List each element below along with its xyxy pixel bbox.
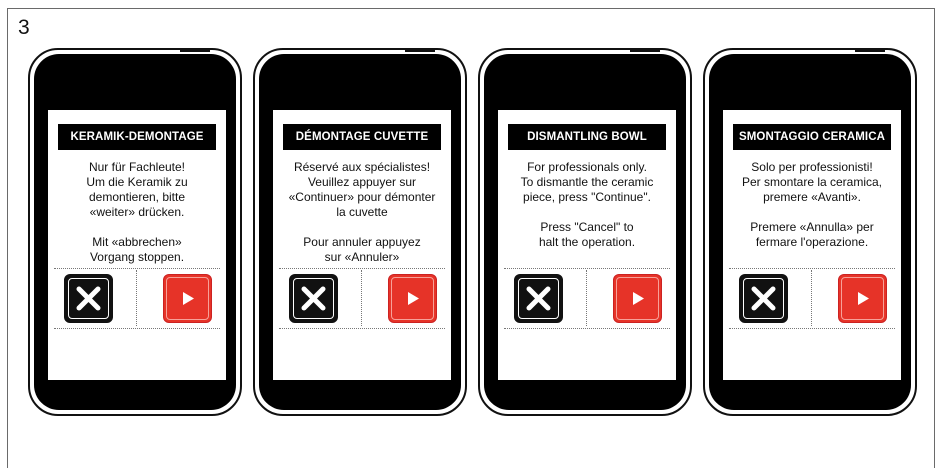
phone-mockup: DÉMONTAGE CUVETTE Réservé aux spécialist…	[253, 48, 467, 416]
button-divider	[361, 270, 362, 326]
cancel-button[interactable]	[64, 274, 113, 323]
dialog-title: SMONTAGGIO CERAMICA	[733, 124, 891, 150]
close-x-icon	[751, 286, 776, 311]
divider-bottom	[279, 328, 445, 329]
divider-bottom	[729, 328, 895, 329]
phone-body: DÉMONTAGE CUVETTE Réservé aux spécialist…	[259, 54, 461, 410]
button-divider	[586, 270, 587, 326]
button-divider	[811, 270, 812, 326]
play-triangle-icon	[408, 292, 419, 305]
divider-bottom	[504, 328, 670, 329]
cancel-button[interactable]	[514, 274, 563, 323]
divider-bottom	[54, 328, 220, 329]
phone-side-button	[630, 49, 660, 52]
cancel-button[interactable]	[739, 274, 788, 323]
play-triangle-icon	[858, 292, 869, 305]
phone-side-button	[405, 49, 435, 52]
dialog-message: Nur für Fachleute! Um die Keramik zu dem…	[86, 160, 188, 264]
dialog-title: DÉMONTAGE CUVETTE	[283, 124, 441, 150]
phone-mockup: DISMANTLING BOWL For professionals only.…	[478, 48, 692, 416]
close-x-icon	[301, 286, 326, 311]
phone-body: SMONTAGGIO CERAMICA Solo per professioni…	[709, 54, 911, 410]
phone-screen: KERAMIK-DEMONTAGE Nur für Fachleute! Um …	[48, 110, 226, 380]
dialog-message: Réservé aux spécialistes! Veuillez appuy…	[288, 160, 436, 264]
dialog-message: Solo per professionisti! Per smontare la…	[741, 160, 883, 249]
dialog-title: DISMANTLING BOWL	[508, 124, 666, 150]
phone-screen: DISMANTLING BOWL For professionals only.…	[498, 110, 676, 380]
play-triangle-icon	[183, 292, 194, 305]
step-number: 3	[18, 16, 30, 39]
phone-mockup: KERAMIK-DEMONTAGE Nur für Fachleute! Um …	[28, 48, 242, 416]
play-triangle-icon	[633, 292, 644, 305]
phone-body: KERAMIK-DEMONTAGE Nur für Fachleute! Um …	[34, 54, 236, 410]
close-x-icon	[526, 286, 551, 311]
continue-button[interactable]	[163, 274, 212, 323]
close-x-icon	[76, 286, 101, 311]
cancel-button[interactable]	[289, 274, 338, 323]
continue-button[interactable]	[613, 274, 662, 323]
continue-button[interactable]	[388, 274, 437, 323]
divider-top	[504, 268, 670, 269]
phone-screen: SMONTAGGIO CERAMICA Solo per professioni…	[723, 110, 901, 380]
divider-top	[54, 268, 220, 269]
button-divider	[136, 270, 137, 326]
phone-mockup: SMONTAGGIO CERAMICA Solo per professioni…	[703, 48, 917, 416]
divider-top	[279, 268, 445, 269]
phone-body: DISMANTLING BOWL For professionals only.…	[484, 54, 686, 410]
dialog-title: KERAMIK-DEMONTAGE	[58, 124, 216, 150]
phone-screen: DÉMONTAGE CUVETTE Réservé aux spécialist…	[273, 110, 451, 380]
continue-button[interactable]	[838, 274, 887, 323]
dialog-message: For professionals only. To dismantle the…	[520, 160, 654, 249]
divider-top	[729, 268, 895, 269]
phone-side-button	[855, 49, 885, 52]
phone-side-button	[180, 49, 210, 52]
